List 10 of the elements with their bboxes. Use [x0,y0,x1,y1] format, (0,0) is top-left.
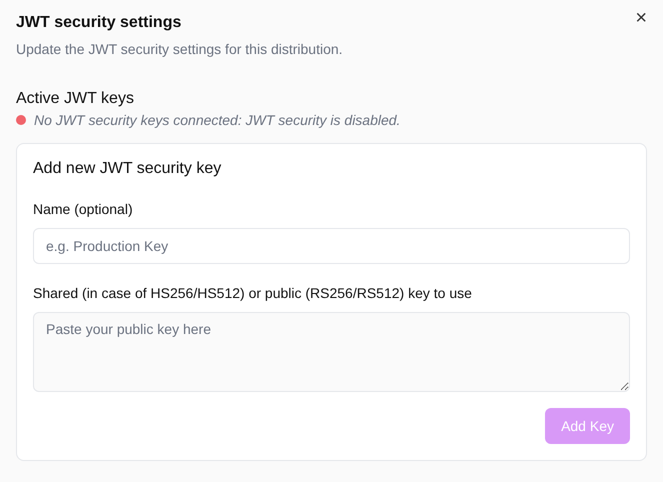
section-heading: Active JWT keys [16,89,135,109]
field-label: Name (optional) [33,200,134,218]
key-textarea[interactable]: Paste your public key here [33,312,630,392]
dialog-title: JWT security settings [16,13,182,33]
status-text: No JWT security keys connected: JWT security is disabled. [34,112,400,128]
card-heading: Add new JWT security key [33,159,222,179]
name-input-field[interactable]: e.g. Production Key [33,228,630,264]
field-label: Shared (in case of HS256/HS512) or public (RS256/RS512) key to use [33,284,473,302]
close-button[interactable]: × [631,8,651,28]
dialog-subtitle: Update the JWT security settings for this distribution. [16,40,343,58]
